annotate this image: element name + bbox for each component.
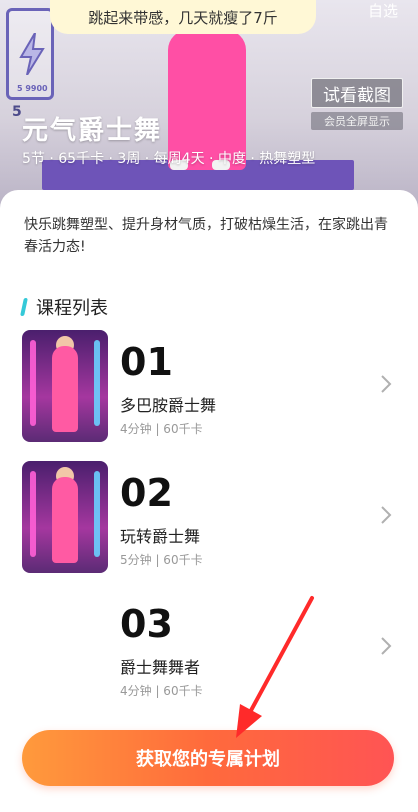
dancer-body	[52, 346, 78, 432]
course-meta: 5节 · 65千卡 · 3周 · 每周4天 · 中度 · 热舞塑型	[22, 151, 316, 167]
lesson-name: 玩转爵士舞	[120, 527, 201, 546]
stage-light-left	[30, 340, 36, 426]
chevron-right-icon[interactable]	[380, 636, 392, 656]
promo-banner: 跳起来带感，几天就瘦了7斤	[50, 0, 316, 34]
stage-light-right	[94, 471, 100, 557]
lesson-number: 03	[120, 602, 173, 646]
section-accent-bar	[20, 298, 28, 316]
dancer-body	[52, 477, 78, 563]
course-title: 元气爵士舞	[22, 116, 163, 146]
lesson-meta: 4分钟 | 60千卡	[120, 422, 203, 436]
custom-select-link[interactable]: 自选	[368, 0, 398, 21]
lesson-item-03[interactable]: 03 爵士舞舞者 4分钟 | 60千卡	[22, 592, 402, 704]
trial-screenshot-button[interactable]: 试看截图	[311, 78, 403, 108]
course-description: 快乐跳舞塑型、提升身材气质，打破枯燥生活，在家跳出青春活力态!	[24, 217, 388, 255]
course-detail-sheet: 快乐跳舞塑型、提升身材气质，打破枯燥生活，在家跳出青春活力态! 课程列表 01 …	[0, 190, 418, 812]
lesson-number: 02	[120, 471, 173, 515]
lesson-name: 多巴胺爵士舞	[120, 396, 217, 415]
lesson-thumbnail	[22, 461, 108, 573]
lesson-meta: 5分钟 | 60千卡	[120, 553, 203, 567]
lesson-thumbnail	[22, 330, 108, 442]
section-title-text: 课程列表	[36, 298, 108, 319]
section-course-list: 课程列表	[20, 294, 108, 320]
lightning-icon	[19, 33, 45, 75]
member-fullscreen-label: 会员全屏显示	[311, 112, 403, 130]
hero-badge: 5	[12, 104, 22, 120]
chevron-right-icon[interactable]	[380, 374, 392, 394]
lesson-item-01[interactable]: 01 多巴胺爵士舞 4分钟 | 60千卡	[22, 330, 402, 442]
lesson-meta: 4分钟 | 60千卡	[120, 684, 203, 698]
stage-light-right	[94, 340, 100, 426]
lesson-name: 爵士舞舞者	[120, 658, 201, 677]
poster-battery-text: 5 9900	[17, 84, 48, 93]
hero-image: 5 9900 5 跳起来带感，几天就瘦了7斤 自选 试看截图 会员全屏显示 元气…	[0, 0, 418, 215]
chevron-right-icon[interactable]	[380, 505, 392, 525]
stage-light-left	[30, 471, 36, 557]
get-plan-button[interactable]: 获取您的专属计划	[22, 730, 394, 786]
poster-icon: 5 9900	[6, 8, 54, 100]
lesson-number: 01	[120, 340, 173, 384]
lesson-item-02[interactable]: 02 玩转爵士舞 5分钟 | 60千卡	[22, 461, 402, 573]
